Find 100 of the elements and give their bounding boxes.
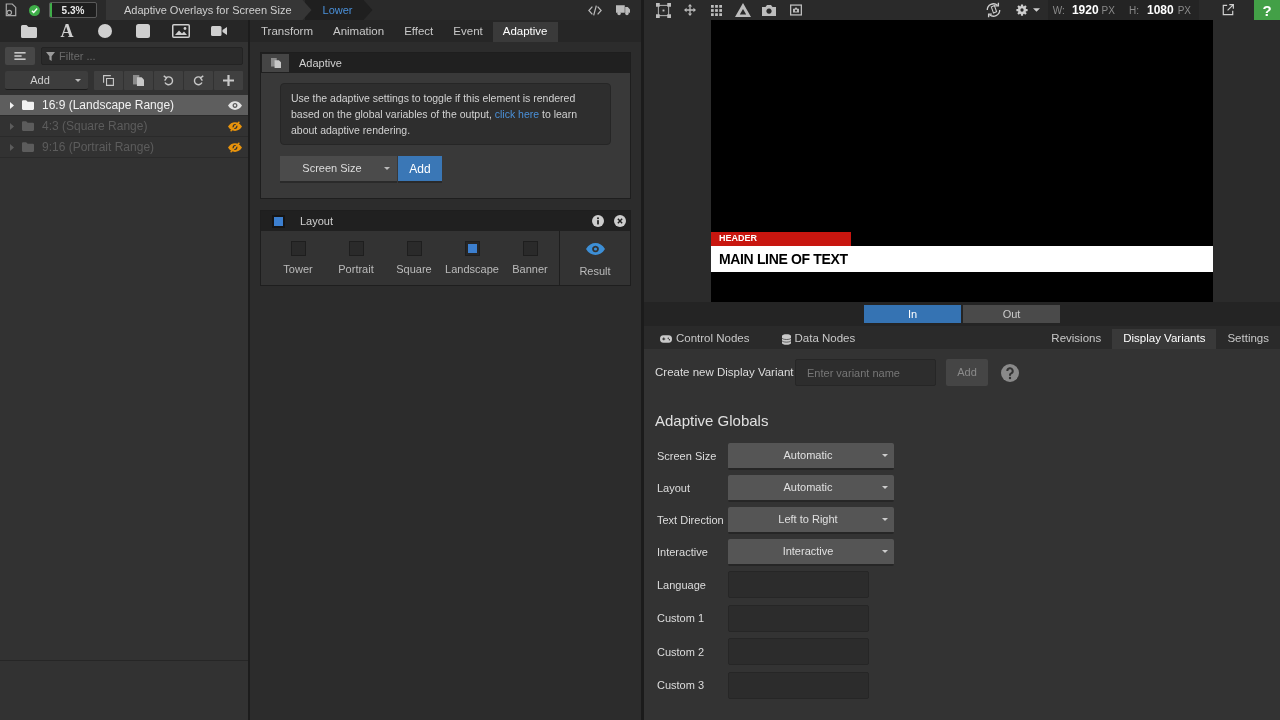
- add-dropdown[interactable]: Add: [5, 71, 88, 90]
- list-icon: [14, 52, 26, 60]
- check-circle-icon: [29, 4, 40, 16]
- variant-name-input[interactable]: Enter variant name: [795, 359, 936, 386]
- field-label: Custom 2: [657, 644, 706, 660]
- info-text: Use the adaptive settings to toggle if this element is rendered based on the global variables of the output, click here to learn about adaptive rendering.: [291, 91, 579, 138]
- lower-third-title: MAIN LINE OF TEXT: [711, 246, 1213, 272]
- triangle-icon[interactable]: [735, 3, 751, 17]
- add-item-button[interactable]: [214, 71, 243, 90]
- undo-button[interactable]: [154, 71, 183, 90]
- tab[interactable]: Settings: [1216, 329, 1280, 349]
- undo-icon: [163, 75, 174, 86]
- folder-icon[interactable]: [21, 24, 37, 38]
- dropdown[interactable]: Interactive: [728, 538, 894, 566]
- breadcrumb[interactable]: Adaptive Overlays for Screen Size: [106, 0, 312, 20]
- caret-icon: [384, 167, 390, 170]
- result-toggle[interactable]: Result: [559, 231, 630, 285]
- field-label: Interactive: [657, 544, 709, 560]
- tab[interactable]: Revisions: [1040, 329, 1113, 349]
- field-label: Text Direction: [657, 512, 725, 528]
- caret-icon: [882, 549, 888, 553]
- layout-option[interactable]: Banner: [501, 231, 559, 285]
- paste-icon: [133, 75, 144, 86]
- copy-icon: [103, 75, 114, 86]
- plus-icon: [223, 75, 234, 86]
- dropdown[interactable]: Automatic: [728, 474, 894, 502]
- truck-icon[interactable]: [616, 4, 630, 16]
- folder-icon: [22, 100, 34, 110]
- layout-option[interactable]: Tower: [269, 231, 327, 285]
- camera-icon[interactable]: [762, 4, 776, 16]
- paste-button[interactable]: [124, 71, 153, 90]
- database-icon: [781, 333, 791, 345]
- list-item[interactable]: 16:9 (Landscape Range): [0, 95, 248, 116]
- tab[interactable]: Animation: [323, 22, 395, 42]
- caret-icon: [882, 485, 888, 489]
- dropdown[interactable]: Automatic: [728, 442, 894, 470]
- progress-label: 5.3%: [61, 3, 85, 17]
- eye-slash-icon[interactable]: [228, 141, 242, 153]
- width-value: 1920: [1071, 2, 1099, 19]
- grid-icon[interactable]: [711, 4, 722, 16]
- caret-icon[interactable]: [10, 101, 14, 109]
- redo-icon: [193, 75, 204, 86]
- tab[interactable]: Event: [443, 22, 493, 42]
- layout-option[interactable]: Square: [385, 231, 443, 285]
- dropdown[interactable]: Screen Size: [280, 156, 397, 183]
- paste-button[interactable]: [262, 54, 289, 72]
- playback-button[interactable]: In: [864, 305, 961, 323]
- playback-button[interactable]: Out: [963, 305, 1060, 323]
- close-icon[interactable]: [614, 215, 626, 227]
- eye-icon[interactable]: [228, 100, 242, 110]
- caret-icon: [75, 78, 81, 82]
- card-title: Adaptive: [299, 55, 342, 71]
- text-tool-button[interactable]: A: [60, 22, 74, 40]
- field-label: Create new Display Variant: [655, 364, 795, 380]
- list-view-button[interactable]: [5, 47, 35, 65]
- height-value: 1080: [1146, 2, 1174, 19]
- tab[interactable]: Data Nodes: [775, 329, 862, 349]
- field-label: Custom 3: [657, 678, 706, 693]
- copy-button[interactable]: [94, 71, 123, 90]
- image-icon[interactable]: [172, 24, 190, 38]
- item-label: 16:9 (Landscape Range): [42, 97, 176, 114]
- caret-icon: [882, 517, 888, 521]
- caret-icon: [882, 453, 888, 457]
- layout-option[interactable]: Portrait: [327, 231, 385, 285]
- field-label: Custom 1: [657, 611, 706, 626]
- gamepad-icon: [660, 335, 672, 343]
- field-label: Layout: [657, 480, 692, 496]
- dropdown[interactable]: Left to Right: [728, 506, 894, 534]
- card-title: Layout: [300, 213, 335, 229]
- learn-more-link[interactable]: click here: [494, 108, 540, 120]
- tab[interactable]: Transform: [251, 22, 323, 42]
- eye-slash-icon[interactable]: [228, 120, 242, 132]
- add-button[interactable]: Add: [398, 156, 442, 183]
- settings-icon[interactable]: [1015, 4, 1028, 16]
- photo-frame-icon[interactable]: [790, 4, 802, 16]
- tab[interactable]: Adaptive: [492, 22, 558, 42]
- selection-frame-icon[interactable]: [656, 2, 671, 18]
- radio-square[interactable]: [464, 241, 480, 256]
- filter-field[interactable]: Filter ...: [41, 47, 243, 65]
- circle-icon[interactable]: [98, 24, 112, 38]
- external-link-icon[interactable]: [1222, 4, 1234, 16]
- video-camera-icon[interactable]: [211, 25, 227, 37]
- info-icon[interactable]: [592, 215, 604, 227]
- lower-third-header: HEADER: [711, 232, 851, 246]
- document-icon[interactable]: [5, 3, 17, 17]
- tab[interactable]: Control Nodes: [654, 329, 756, 349]
- paste-icon: [270, 58, 281, 68]
- eye-icon: [585, 243, 605, 255]
- unit-label: PX: [1101, 3, 1115, 18]
- layout-option[interactable]: Landscape: [443, 231, 501, 285]
- help-icon[interactable]: [1001, 363, 1019, 382]
- code-icon[interactable]: [588, 4, 602, 16]
- tab[interactable]: Effect: [394, 22, 444, 42]
- section-title: Adaptive Globals: [655, 411, 769, 430]
- field-label: Language: [657, 577, 707, 593]
- dimension-label: W:: [1052, 3, 1065, 18]
- tab[interactable]: Display Variants: [1112, 329, 1217, 349]
- redo-button[interactable]: [184, 71, 213, 90]
- caret-icon[interactable]: [1032, 8, 1040, 12]
- move-icon[interactable]: [684, 4, 696, 16]
